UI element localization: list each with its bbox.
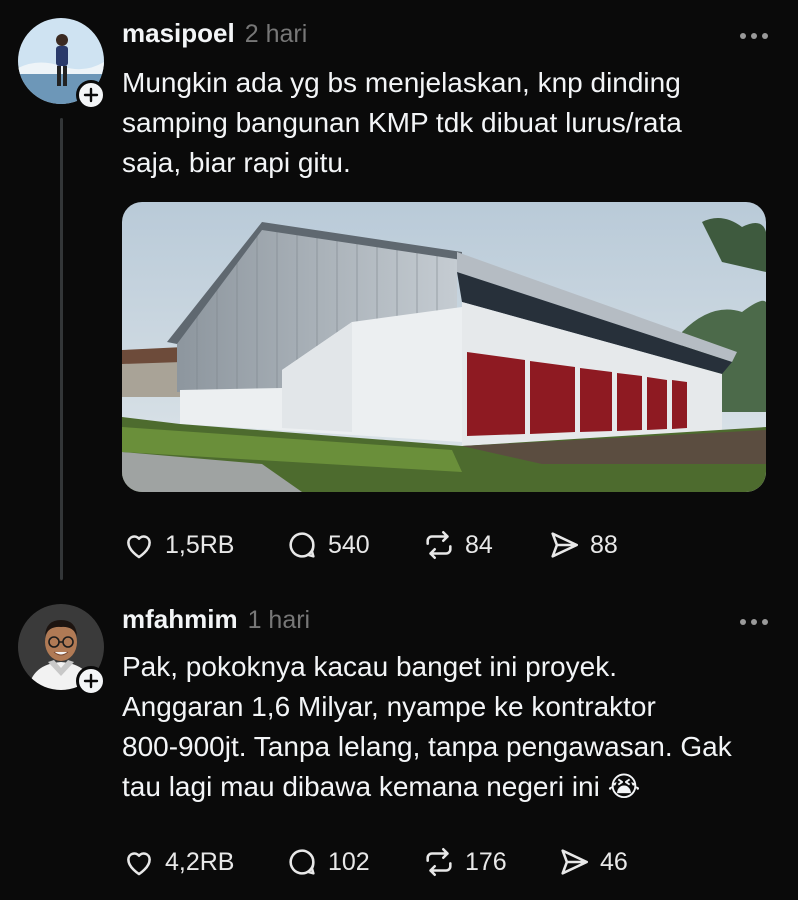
comment-bubble-icon (289, 849, 315, 875)
thread-line (60, 118, 63, 580)
send-icon (551, 532, 579, 558)
username[interactable]: mfahmim (122, 604, 238, 635)
timestamp: 1 hari (247, 606, 311, 634)
heart-icon (127, 852, 151, 876)
repost-count: 176 (465, 847, 507, 876)
like-count: 4,2RB (165, 847, 235, 876)
repost-button[interactable]: 176 (422, 845, 557, 879)
post-header: masipoel 2 hari (122, 18, 307, 49)
post-actions: 4,2RB 102 176 46 (122, 845, 628, 879)
send-icon (561, 849, 589, 875)
follow-plus-icon[interactable] (76, 666, 106, 696)
follow-plus-icon[interactable] (76, 80, 106, 110)
reply-button[interactable]: 102 (285, 845, 422, 879)
timestamp: 2 hari (244, 20, 308, 48)
post-2: mfahmim 1 hari Pak, pokoknya kacau bange… (0, 590, 798, 900)
post-text: Pak, pokoknya kacau banget ini proyek. A… (122, 647, 772, 807)
comment-bubble-icon (289, 532, 315, 558)
repost-button[interactable]: 84 (422, 528, 547, 562)
repost-icon (426, 530, 452, 560)
warehouse-photo (122, 202, 766, 492)
like-count: 1,5RB (165, 530, 235, 559)
repost-count: 84 (465, 530, 493, 559)
post-1: masipoel 2 hari Mungkin ada yg bs menjel… (0, 0, 798, 590)
share-button[interactable]: 46 (557, 845, 628, 879)
crying-emoji: 😭 (607, 771, 641, 802)
post-actions: 1,5RB 540 84 88 (122, 528, 618, 562)
like-button[interactable]: 1,5RB (122, 528, 285, 562)
username[interactable]: masipoel (122, 18, 235, 49)
repost-icon (426, 847, 452, 877)
post-header: mfahmim 1 hari (122, 604, 310, 635)
more-dots-icon[interactable] (740, 619, 768, 625)
post-text: Mungkin ada yg bs menjelaskan, knp dindi… (122, 67, 682, 178)
reply-count: 540 (328, 530, 370, 559)
reply-count: 102 (328, 847, 370, 876)
more-dots-icon[interactable] (740, 33, 768, 39)
share-count: 88 (590, 530, 618, 559)
share-button[interactable]: 88 (547, 528, 618, 562)
reply-button[interactable]: 540 (285, 528, 422, 562)
post-image[interactable] (122, 202, 766, 492)
heart-icon (127, 535, 151, 559)
share-count: 46 (600, 847, 628, 876)
like-button[interactable]: 4,2RB (122, 845, 285, 879)
